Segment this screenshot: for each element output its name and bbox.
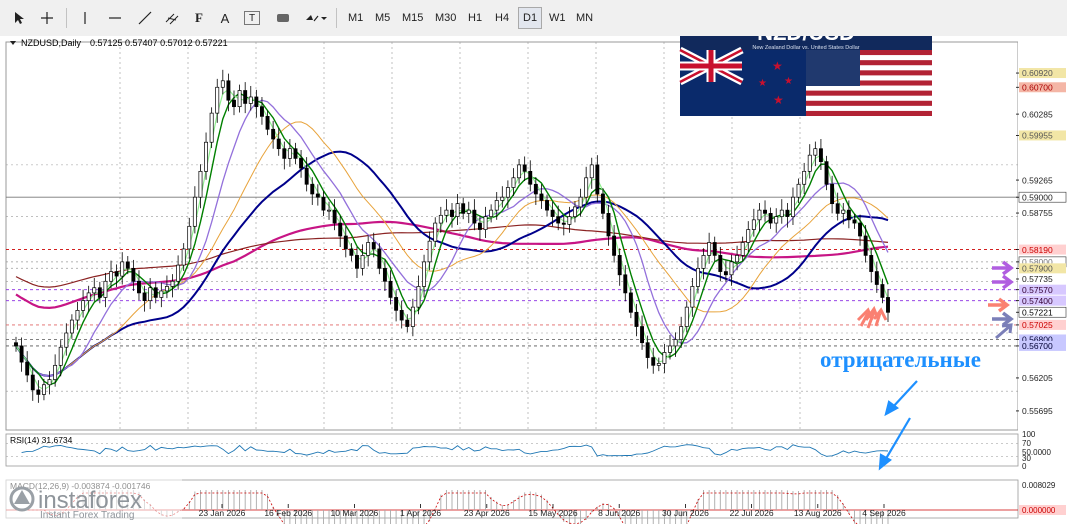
cursor-arrow-icon[interactable] [8,7,30,29]
candle [209,107,214,149]
rsi-panel: RSI(14) 31.67341007050.0000300 [5,430,1051,471]
svg-text:0.58190: 0.58190 [1022,245,1053,255]
svg-text:0.59955: 0.59955 [1022,131,1053,141]
symbol-label: NZDUSD,Daily [21,38,82,48]
price-tick: 0.60285 [1016,109,1053,119]
timeframe-mn[interactable]: MN [572,7,597,29]
svg-text:★: ★ [772,59,783,73]
svg-text:0.000000: 0.000000 [1022,506,1056,515]
svg-text:0.57025: 0.57025 [1022,320,1053,330]
currency-banner: ★ ★ ★ ★ NZD/USD New Zealand Dollar vs. U… [678,36,932,116]
svg-text:23 Apr 2026: 23 Apr 2026 [464,508,510,518]
horizontal-line-icon[interactable] [104,7,126,29]
svg-text:0.58755: 0.58755 [1022,208,1053,218]
svg-text:0.60920: 0.60920 [1022,68,1053,78]
price-tick: 0.55695 [1016,406,1053,416]
svg-text:0.56700: 0.56700 [1022,341,1053,351]
price-tick: 0.56700 [1016,340,1066,351]
banner-pair: NZD/USD [757,36,855,45]
chart-header: NZDUSD,Daily 0.57125 0.57407 0.57012 0.5… [10,38,228,48]
svg-text:0.57221: 0.57221 [1022,307,1053,317]
svg-text:0.57570: 0.57570 [1022,285,1053,295]
banner-subtitle: New Zealand Dollar vs. United States Dol… [752,45,859,51]
toolbar-separator [66,8,67,28]
price-tick: 0.57221 [1016,306,1067,318]
svg-text:0.59265: 0.59265 [1022,175,1053,185]
timeframe-m1[interactable]: M1 [344,7,367,29]
trendline-icon[interactable] [134,7,156,29]
svg-text:0.57900: 0.57900 [1022,264,1053,274]
timeframe-m5[interactable]: M5 [371,7,394,29]
nz-flag-icon: ★ ★ ★ ★ [678,46,806,116]
svg-text:★: ★ [773,93,784,107]
us-flag-icon [806,50,932,116]
macd-tick: 0.000000 [1019,505,1066,515]
svg-text:30 Jun 2026: 30 Jun 2026 [662,508,709,518]
arrows-dropdown-icon[interactable] [302,7,330,29]
brand-tagline: Instant Forex Trading [40,510,135,521]
timeframe-w1[interactable]: W1 [545,7,570,29]
rsi-label: RSI(14) 31.6734 [10,435,73,445]
svg-text:0.59000: 0.59000 [1022,192,1053,202]
ohlc-values: 0.57125 0.57407 0.57012 0.57221 [90,38,228,48]
svg-text:★: ★ [784,76,793,87]
svg-text:10 Mar 2026: 10 Mar 2026 [331,508,379,518]
chart-area[interactable]: 0.60920 0.60700 0.60285 0.59955 0.59265 0.590… [0,36,1067,524]
price-tick: 0.58190 [1016,244,1066,255]
label-tool-label: T [248,12,256,24]
price-tick: 0.57900 [1016,263,1066,274]
text-tool-button[interactable]: A [214,7,236,29]
price-tick: 0.57570 [1016,284,1066,295]
annotation-text: отрицательные [820,347,981,372]
timeframe-m15[interactable]: M15 [398,7,427,29]
svg-text:4 Sep 2026: 4 Sep 2026 [862,508,906,518]
brand-logo: instaforex Instant Forex Trading [0,472,182,524]
svg-text:23 Jan 2026: 23 Jan 2026 [199,508,246,518]
svg-text:8 Jun 2026: 8 Jun 2026 [598,508,640,518]
svg-text:13 Aug 2026: 13 Aug 2026 [794,508,842,518]
price-tick: 0.59000 [1016,191,1067,203]
price-tick: 0.56205 [1016,373,1053,383]
svg-text:0.57400: 0.57400 [1022,296,1053,306]
svg-text:15 May 2026: 15 May 2026 [528,508,577,518]
fibonacci-icon[interactable]: F [188,7,210,29]
timeframe-m30[interactable]: M30 [431,7,460,29]
price-tick: 0.59955 [1016,130,1066,141]
timeframe-d1[interactable]: D1 [518,7,543,29]
svg-text:0.008029: 0.008029 [1022,481,1056,490]
price-tick: 0.57735 [1016,274,1053,284]
svg-text:0.55695: 0.55695 [1022,406,1053,416]
shapes-icon[interactable] [272,7,294,29]
svg-text:0.60700: 0.60700 [1022,82,1053,92]
toolbar: F A T M1 M5 M15 M30 H1 H4 D1 W1 MN [0,0,1067,37]
rsi-tick: 0 [1022,462,1027,471]
timeframe-h4[interactable]: H4 [491,7,513,29]
vertical-line-icon[interactable] [74,7,96,29]
price-tick: 0.60700 [1016,82,1066,92]
svg-text:0.56205: 0.56205 [1022,373,1053,383]
svg-text:16 Feb 2026: 16 Feb 2026 [264,508,312,518]
rsi-tick: 70 [1022,439,1031,448]
price-tick: 0.60920 [1016,68,1066,78]
channel-icon[interactable] [162,7,184,29]
crosshair-icon[interactable] [36,7,58,29]
timeframe-h1[interactable]: H1 [464,7,486,29]
price-tick: 0.58755 [1016,208,1053,218]
svg-text:0.57735: 0.57735 [1022,274,1053,284]
rsi-tick: 100 [1022,430,1036,439]
text-tool-label: A [220,10,230,26]
svg-text:1 Apr 2026: 1 Apr 2026 [400,508,441,518]
price-tick: 0.57400 [1016,295,1066,306]
svg-text:22 Jul 2026: 22 Jul 2026 [730,508,774,518]
toolbar-separator [336,8,337,28]
svg-text:★: ★ [758,78,767,89]
label-tool-button[interactable]: T [244,11,260,25]
svg-text:0.60285: 0.60285 [1022,109,1053,119]
price-tick: 0.57025 [1016,319,1066,330]
macd-tick: 0.008029 [1022,481,1056,490]
price-tick: 0.59265 [1016,175,1053,185]
